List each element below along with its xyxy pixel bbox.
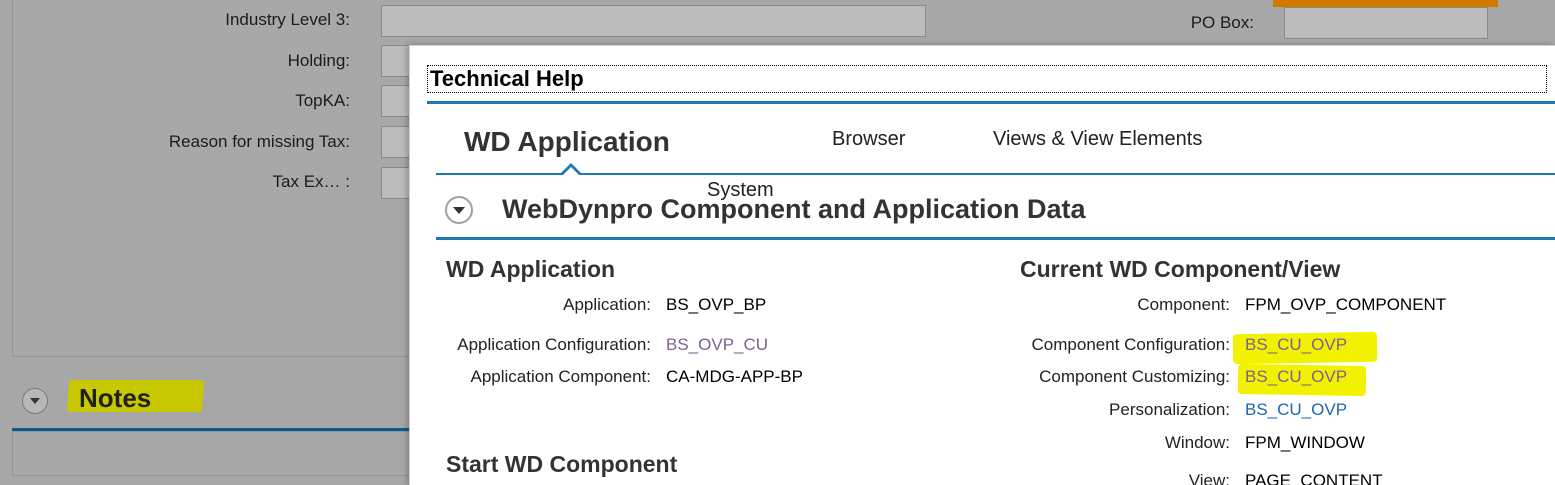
application-configuration-label: Application Configuration: (457, 335, 651, 354)
tab-views-view-elements[interactable]: Views & View Elements (993, 128, 1202, 151)
start-wd-component-title: Start WD Component (446, 451, 678, 477)
component-configuration-label: Component Configuration: (1031, 335, 1230, 354)
tax-ex-input[interactable] (381, 167, 411, 199)
application-value: BS_OVP_BP (666, 295, 767, 314)
chevron-down-icon (30, 398, 40, 404)
notes-collapse-toggle[interactable] (22, 388, 48, 414)
dialog-title[interactable]: Technical Help (427, 65, 1547, 93)
section-title: WebDynpro Component and Application Data (502, 194, 1086, 224)
component-customizing-link[interactable]: BS_CU_OVP (1245, 367, 1347, 387)
po-box-input[interactable] (1284, 7, 1488, 39)
component-value: FPM_OVP_COMPONENT (1245, 295, 1447, 314)
current-wd-component-view-title: Current WD Component/View (1020, 256, 1341, 282)
tab-bar: WD Application System Browser Views & Vi… (436, 116, 1555, 201)
notes-section-title: Notes (79, 383, 152, 413)
application-component-label: Application Component: (470, 367, 651, 386)
industry-level-3-input[interactable] (381, 5, 926, 37)
application-component-value: CA-MDG-APP-BP (666, 367, 803, 386)
field-label-reason-missing-tax: Reason for missing Tax: (168, 132, 350, 151)
topka-input[interactable] (381, 85, 411, 117)
view-value: PAGE_CONTENT (1245, 471, 1383, 485)
active-tab-indicator-inner (563, 167, 579, 175)
section-divider (436, 237, 1555, 240)
personalization-label: Personalization: (1109, 400, 1230, 419)
component-configuration-link[interactable]: BS_CU_OVP (1245, 335, 1347, 355)
field-label-industry-level-3: Industry Level 3: (225, 10, 350, 29)
technical-help-dialog: Technical Help WD Application System Bro… (409, 45, 1555, 485)
tab-browser[interactable]: Browser (832, 128, 905, 151)
field-label-tax-ex: Tax Ex… : (272, 172, 350, 191)
wd-application-group-title: WD Application (446, 256, 616, 282)
chevron-down-icon (453, 206, 465, 214)
application-label: Application: (563, 295, 651, 314)
tab-wd-application[interactable]: WD Application (464, 126, 670, 158)
orange-accent-bar (1273, 0, 1498, 7)
reason-missing-tax-input[interactable] (381, 126, 411, 158)
notes-content-area (12, 431, 412, 476)
field-label-holding: Holding: (287, 51, 350, 70)
personalization-link[interactable]: BS_CU_OVP (1245, 400, 1347, 420)
window-label: Window: (1164, 433, 1230, 452)
section-collapse-toggle[interactable] (445, 196, 473, 224)
component-label: Component: (1137, 295, 1230, 314)
view-label: View: (1188, 471, 1230, 485)
window-value: FPM_WINDOW (1245, 433, 1365, 452)
title-divider (427, 101, 1555, 104)
application-configuration-link[interactable]: BS_OVP_CU (666, 335, 768, 355)
field-label-topka: TopKA: (295, 91, 350, 110)
field-label-po-box: PO Box: (1190, 13, 1254, 32)
component-customizing-label: Component Customizing: (1039, 367, 1230, 386)
holding-input[interactable] (381, 45, 411, 77)
tab-underline (436, 173, 1555, 175)
